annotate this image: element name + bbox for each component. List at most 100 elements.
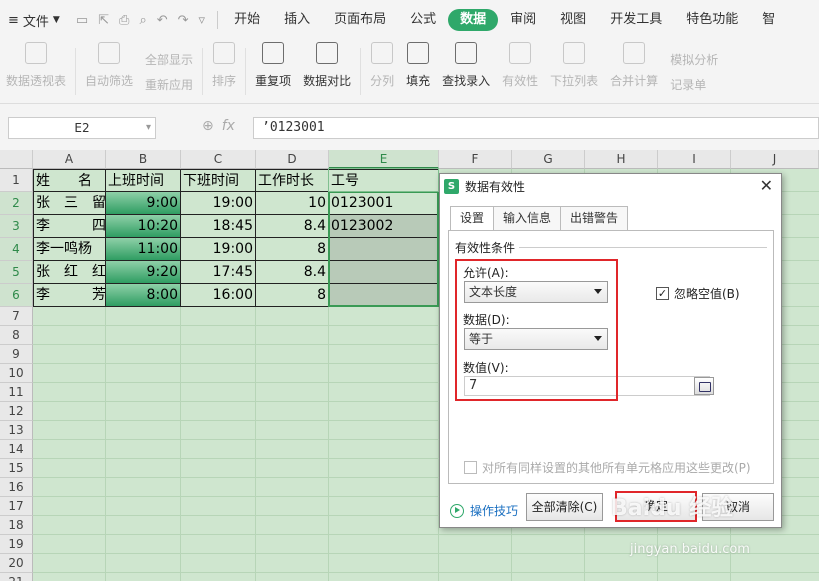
column-header-f[interactable]: F <box>439 150 512 169</box>
ignore-blank-checkbox[interactable]: ✓ 忽略空值(B) <box>656 285 740 302</box>
row-header-21[interactable]: 21 <box>0 573 33 581</box>
tab-review[interactable]: 审阅 <box>498 9 548 31</box>
file-menu[interactable]: ≡ 文件 ▼ <box>0 0 68 40</box>
header-cell[interactable]: 姓 名 <box>33 169 106 192</box>
zoom-icon[interactable]: ⊕ <box>202 118 214 134</box>
table-cell[interactable]: 8.4 <box>256 215 329 238</box>
tab-developer[interactable]: 开发工具 <box>598 9 674 31</box>
simulate-analysis-button[interactable]: 模拟分析 <box>670 51 718 68</box>
fx-icon[interactable]: fx <box>222 118 235 134</box>
autofilter-button[interactable]: 自动筛选 <box>79 40 139 103</box>
table-cell[interactable]: 19:00 <box>181 238 256 261</box>
row-header-19[interactable]: 19 <box>0 535 33 554</box>
table-cell[interactable]: 8.4 <box>256 261 329 284</box>
table-cell[interactable]: 18:45 <box>181 215 256 238</box>
column-header-d[interactable]: D <box>256 150 329 169</box>
header-cell[interactable]: 工作时长 <box>256 169 329 192</box>
tab-view[interactable]: 视图 <box>548 9 598 31</box>
row-header-5[interactable]: 5 <box>0 261 33 284</box>
print-icon[interactable]: ⎙ <box>119 13 129 28</box>
row-header-12[interactable]: 12 <box>0 402 33 421</box>
tab-data[interactable]: 数据 <box>448 9 499 31</box>
table-cell[interactable]: 8:00 <box>106 284 181 307</box>
table-cell[interactable]: 9:00 <box>106 192 181 215</box>
column-header-c[interactable]: C <box>181 150 256 169</box>
row-header-20[interactable]: 20 <box>0 554 33 573</box>
tab-features[interactable]: 特色功能 <box>674 9 750 31</box>
validity-button[interactable]: 有效性 <box>496 40 544 103</box>
column-header-e[interactable]: E <box>329 150 439 169</box>
row-header-10[interactable]: 10 <box>0 364 33 383</box>
column-header-g[interactable]: G <box>512 150 585 169</box>
name-cell[interactable]: 张 红 红 <box>33 261 106 284</box>
column-header-a[interactable]: A <box>33 150 106 169</box>
column-header-h[interactable]: H <box>585 150 658 169</box>
column-header-b[interactable]: B <box>106 150 181 169</box>
pivot-table-button[interactable]: 数据透视表 <box>0 40 72 103</box>
row-header-13[interactable]: 13 <box>0 421 33 440</box>
formula-input[interactable]: ’0123001 <box>253 117 819 139</box>
name-cell[interactable]: 李一鸣杨 <box>33 238 106 261</box>
sort-button[interactable]: 排序 <box>206 40 242 103</box>
undo-icon[interactable]: ↶ <box>157 13 168 28</box>
header-cell[interactable]: 上班时间 <box>106 169 181 192</box>
table-cell[interactable]: 8 <box>256 284 329 307</box>
find-entry-button[interactable]: 查找录入 <box>436 40 496 103</box>
row-header-9[interactable]: 9 <box>0 345 33 364</box>
header-cell[interactable]: 下班时间 <box>181 169 256 192</box>
row-header-6[interactable]: 6 <box>0 284 33 307</box>
save-icon[interactable]: ▭ <box>76 13 88 28</box>
tab-home[interactable]: 开始 <box>222 9 272 31</box>
dropdown-list-button[interactable]: 下拉列表 <box>544 40 604 103</box>
table-cell[interactable]: 8 <box>256 238 329 261</box>
close-icon[interactable]: ✕ <box>760 176 773 195</box>
row-header-8[interactable]: 8 <box>0 326 33 345</box>
table-cell[interactable]: 10:20 <box>106 215 181 238</box>
row-header-18[interactable]: 18 <box>0 516 33 535</box>
tab-error-alert[interactable]: 出错警告 <box>560 206 629 230</box>
name-cell[interactable]: 李 四 <box>33 215 106 238</box>
row-header-4[interactable]: 4 <box>0 238 33 261</box>
preview-icon[interactable]: ⌕ <box>139 13 146 28</box>
tips-link[interactable]: 操作技巧 <box>450 502 518 519</box>
table-cell[interactable]: 17:45 <box>181 261 256 284</box>
row-header-17[interactable]: 17 <box>0 497 33 516</box>
row-header-3[interactable]: 3 <box>0 215 33 238</box>
data-compare-button[interactable]: 数据对比 <box>297 40 357 103</box>
range-picker-icon[interactable] <box>694 377 714 395</box>
show-all-button[interactable]: 全部显示 <box>145 51 193 68</box>
select-all-corner[interactable] <box>0 150 33 169</box>
row-header-14[interactable]: 14 <box>0 440 33 459</box>
chevron-down-icon[interactable]: ▾ <box>146 118 151 138</box>
name-cell[interactable]: 李 芳 <box>33 284 106 307</box>
column-header-i[interactable]: I <box>658 150 731 169</box>
row-header-2[interactable]: 2 <box>0 192 33 215</box>
export-icon[interactable]: ⇱ <box>98 13 109 28</box>
tab-insert[interactable]: 插入 <box>272 9 322 31</box>
name-cell[interactable]: 张 三 留 <box>33 192 106 215</box>
tab-more[interactable]: 智 <box>750 9 787 31</box>
row-header-7[interactable]: 7 <box>0 307 33 326</box>
row-header-16[interactable]: 16 <box>0 478 33 497</box>
duplicates-button[interactable]: 重复项 <box>249 40 297 103</box>
table-cell[interactable]: 10 <box>256 192 329 215</box>
record-form-button[interactable]: 记录单 <box>670 76 718 93</box>
row-header-15[interactable]: 15 <box>0 459 33 478</box>
split-column-button[interactable]: 分列 <box>364 40 400 103</box>
more-icon[interactable]: ▿ <box>199 13 206 28</box>
redo-icon[interactable]: ↷ <box>178 13 189 28</box>
name-box[interactable]: E2 ▾ <box>8 117 156 139</box>
table-cell[interactable]: 19:00 <box>181 192 256 215</box>
table-cell[interactable]: 16:00 <box>181 284 256 307</box>
apply-all-checkbox[interactable]: 对所有同样设置的其他所有单元格应用这些更改(P) <box>464 459 751 476</box>
table-cell[interactable]: 11:00 <box>106 238 181 261</box>
column-header-j[interactable]: J <box>731 150 819 169</box>
fill-button[interactable]: 填充 <box>400 40 436 103</box>
row-header-1[interactable]: 1 <box>0 169 33 192</box>
tab-input-message[interactable]: 输入信息 <box>493 206 562 230</box>
reapply-button[interactable]: 重新应用 <box>145 76 193 93</box>
tab-formulas[interactable]: 公式 <box>398 9 448 31</box>
clear-all-button[interactable]: 全部清除(C) <box>526 493 603 521</box>
merge-calc-button[interactable]: 合并计算 <box>604 40 664 103</box>
row-header-11[interactable]: 11 <box>0 383 33 402</box>
